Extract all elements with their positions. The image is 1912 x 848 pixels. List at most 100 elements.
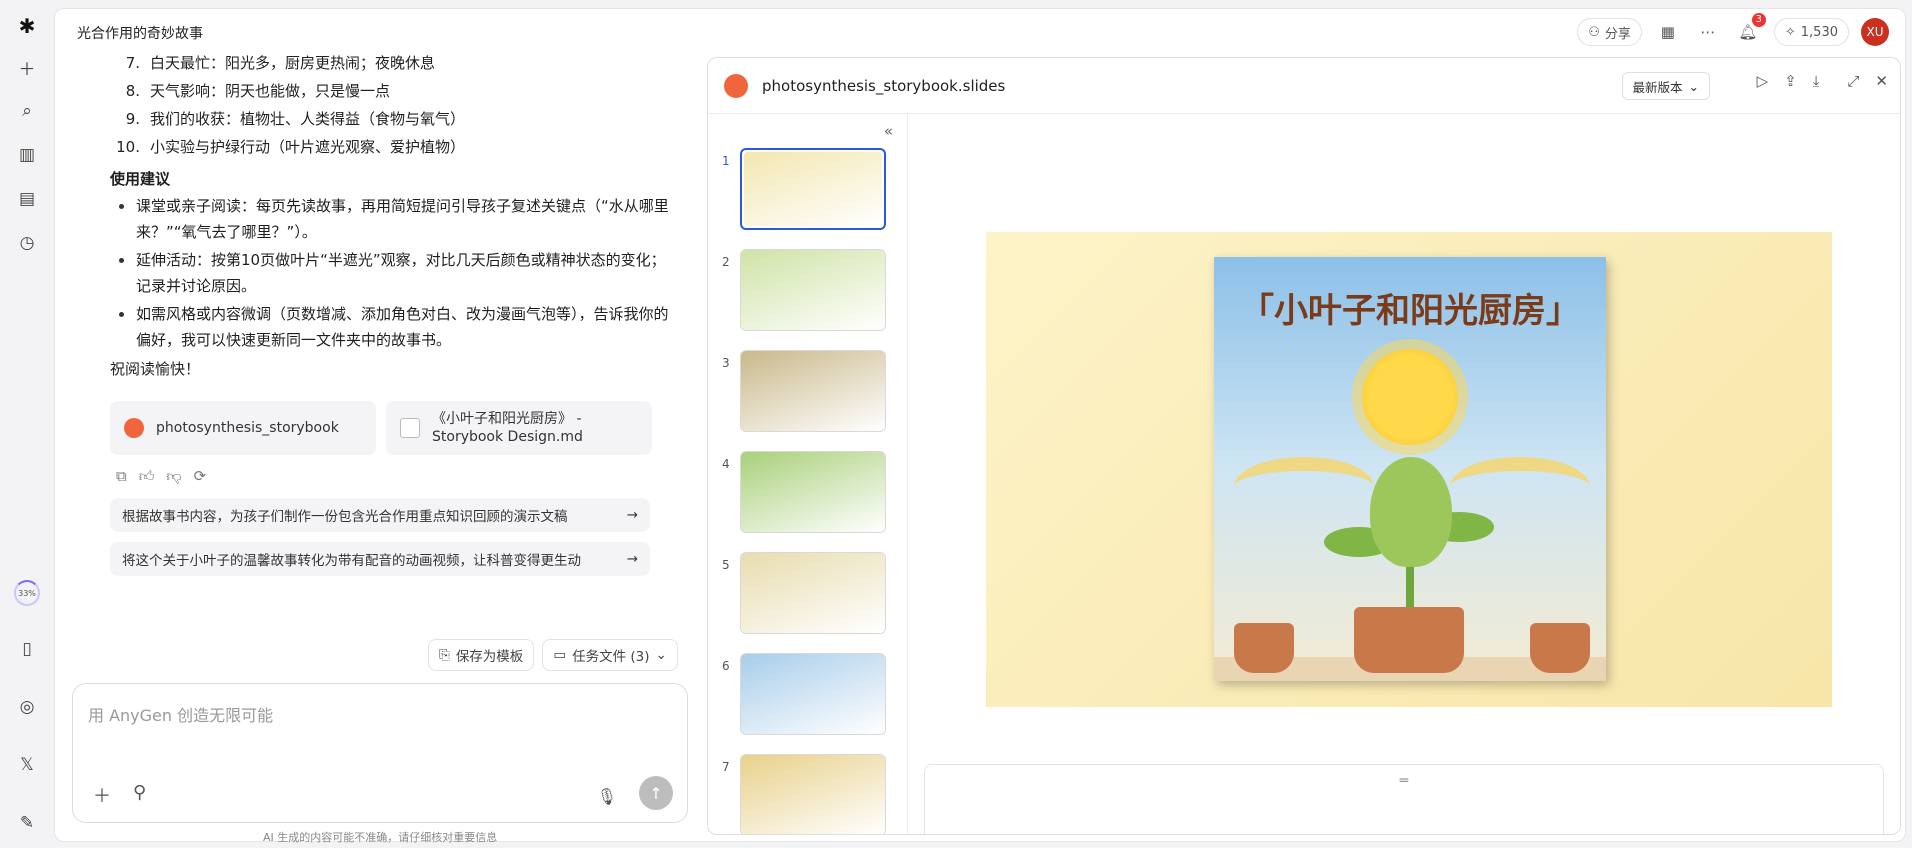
file-card-slides[interactable]: photosynthesis_storybook	[110, 401, 376, 455]
slide-thumbnail-3[interactable]: 3	[708, 350, 908, 442]
flower-pot	[1530, 623, 1590, 673]
library-icon[interactable]: ▥	[12, 140, 42, 170]
leaf-character	[1370, 457, 1452, 567]
task-files-button[interactable]: ▭ 任务文件 (3) ⌄	[542, 639, 678, 671]
slide-thumbnail-image	[740, 148, 886, 230]
task-files-label: 任务文件 (3)	[572, 649, 650, 665]
chevron-down-icon: ⌄	[655, 647, 667, 663]
slide-thumbnail-1[interactable]: 1	[708, 148, 908, 240]
share-icon: ⚇	[1588, 24, 1600, 40]
version-dropdown[interactable]: 最新版本 ⌄	[1621, 72, 1710, 100]
slide-number: 5	[722, 558, 730, 572]
schedule-icon[interactable]: ▦	[1654, 18, 1682, 46]
suggestion-item[interactable]: 根据故事书内容，为孩子们制作一份包含光合作用重点知识回顾的演示文稿 →	[110, 498, 650, 532]
notification-icon[interactable]: 🔔︎ 3	[1734, 13, 1766, 46]
send-button[interactable]: ↑	[639, 776, 673, 810]
bullet-item: 课堂或亲子阅读：每页先读故事，再用简短提问引导孩子复述关键点（“水从哪里来？”“…	[110, 193, 670, 245]
suggestion-item[interactable]: 将这个关于小叶子的温馨故事转化为带有配音的动画视频，让科普变得更生动 →	[110, 542, 650, 576]
copy-icon[interactable]: ⧉	[116, 467, 127, 486]
message-actions: ⧉ 👍︎ 👎︎ ⟳	[110, 467, 710, 486]
conversation-title: 光合作用的奇妙故事	[77, 26, 203, 42]
task-chips: ⎘ 保存为模板 ▭ 任务文件 (3) ⌄	[428, 639, 678, 671]
light-ray	[1234, 457, 1374, 517]
slide-number: 2	[722, 255, 730, 269]
list-item-text: 白天最忙：阳光多，厨房更热闹；夜晚休息	[150, 54, 436, 72]
share-out-icon[interactable]: ⇪	[1784, 72, 1797, 90]
sun-character	[1362, 349, 1458, 445]
new-chat-icon[interactable]: ＋	[12, 52, 42, 82]
thumbnail-rail: « 1 2 3 4 5 6 7	[708, 114, 908, 834]
slide-thumbnail-5[interactable]: 5	[708, 552, 908, 644]
closing-text: 祝阅读愉快！	[110, 360, 201, 378]
slides-panel: photosynthesis_storybook.slides 最新版本 ⌄ ▷…	[707, 57, 1901, 835]
list-item-number: 9.	[125, 110, 140, 128]
slide-thumbnail-6[interactable]: 6	[708, 653, 908, 745]
list-item: 9. 我们的收获：植物壮、人类得益（食物与氧气）	[110, 105, 710, 133]
slide-thumbnail-7[interactable]: 7	[708, 754, 908, 834]
search-icon[interactable]: ⌕	[12, 96, 42, 126]
slide-number: 1	[722, 154, 730, 168]
list-item: 7. 白天最忙：阳光多，厨房更热闹；夜晚休息	[110, 49, 710, 77]
speaker-notes-panel[interactable]: ═	[924, 764, 1884, 834]
thumbnail-preview	[741, 250, 885, 330]
list-item-text: 我们的收获：植物壮、人类得益（食物与氧气）	[150, 110, 466, 128]
usage-indicator[interactable]: 33%	[14, 580, 40, 606]
x-icon[interactable]: 𝕏	[12, 750, 42, 780]
chat-transcript: 7. 白天最忙：阳光多，厨房更热闹；夜晚休息 8. 天气影响：阴天也能做，只是慢一点 9…	[110, 49, 710, 576]
current-slide[interactable]: 「小叶子和阳光厨房」	[986, 232, 1832, 707]
discord-icon[interactable]: ◎	[12, 692, 42, 722]
message-input[interactable]: 用 AnyGen 创造无限可能 ＋ ⚲ 🎙︎ ↑	[72, 683, 688, 823]
history-icon[interactable]: ◷	[12, 228, 42, 258]
light-ray	[1450, 457, 1590, 517]
slide-thumbnail-image	[740, 754, 886, 834]
panel-file-name: photosynthesis_storybook.slides	[762, 77, 1006, 95]
collapse-icon[interactable]: «	[884, 122, 893, 140]
thumbnail-preview	[741, 351, 885, 431]
version-label: 最新版本	[1632, 79, 1683, 95]
expand-icon[interactable]: ⤢	[1847, 72, 1859, 90]
thumbs-up-icon[interactable]: 👍︎	[139, 467, 155, 486]
save-template-label: 保存为模板	[455, 649, 524, 665]
avatar[interactable]: XU	[1861, 18, 1889, 46]
file-name: 《小叶子和阳光厨房》 - Storybook Design.md	[432, 411, 583, 445]
more-icon[interactable]: ⋯	[1694, 18, 1722, 46]
add-attachment-icon[interactable]: ＋	[93, 782, 111, 808]
mobile-icon[interactable]: ▯	[12, 634, 42, 664]
app-logo-icon[interactable]: ✱	[19, 14, 36, 38]
list-item-number: 8.	[125, 82, 140, 100]
list-item-number: 7.	[125, 54, 140, 72]
credits-button[interactable]: ✧ 1,530	[1773, 18, 1849, 46]
thumbnail-preview	[741, 553, 885, 633]
main-card: 光合作用的奇妙故事 ⚇ 分享 ▦ ⋯ 🔔︎ 3 ✧ 1,530 XU 7. 白天最…	[54, 8, 1906, 844]
slide-stage: 「小叶子和阳光厨房」 ═	[908, 114, 1900, 834]
slide-number: 6	[722, 659, 730, 673]
tools-icon[interactable]: ⚲	[133, 782, 146, 808]
slides-file-icon	[124, 418, 144, 438]
bullet-item: 延伸活动：按第10页做叶片“半遮光”观察，对比几天后颜色或精神状态的变化；记录并…	[110, 247, 670, 299]
slide-thumbnail-image	[740, 451, 886, 533]
document-file-icon	[400, 418, 420, 438]
sparkle-icon: ✧	[1784, 24, 1796, 40]
share-button[interactable]: ⚇ 分享	[1577, 18, 1642, 46]
close-icon[interactable]: ✕	[1875, 72, 1888, 90]
credits-count: 1,530	[1800, 24, 1838, 40]
play-icon[interactable]: ▷	[1757, 72, 1769, 90]
slide-thumbnail-image	[740, 249, 886, 331]
microphone-icon[interactable]: 🎙︎	[597, 787, 617, 806]
notification-badge: 3	[1751, 13, 1766, 27]
thumbs-down-icon[interactable]: 👎︎	[166, 467, 181, 486]
folder-icon: ▭	[553, 647, 567, 663]
drag-handle-icon[interactable]: ═	[1400, 773, 1408, 789]
bullet-list: 课堂或亲子阅读：每页先读故事，再用简短提问引导孩子复述关键点（“水从哪里来？”“…	[110, 193, 710, 353]
slide-thumbnail-image	[740, 653, 886, 735]
arrow-right-icon: →	[626, 507, 638, 523]
save-template-button[interactable]: ⎘ 保存为模板	[428, 639, 535, 671]
feedback-icon[interactable]: ✎	[12, 808, 42, 838]
flower-pot	[1354, 607, 1464, 673]
slide-thumbnail-4[interactable]: 4	[708, 451, 908, 543]
slide-thumbnail-2[interactable]: 2	[708, 249, 908, 341]
regenerate-icon[interactable]: ⟳	[194, 467, 207, 486]
projects-icon[interactable]: ▤	[12, 184, 42, 214]
file-card-design-doc[interactable]: 《小叶子和阳光厨房》 - Storybook Design.md	[386, 401, 652, 455]
download-icon[interactable]: ⤓	[1813, 72, 1820, 90]
